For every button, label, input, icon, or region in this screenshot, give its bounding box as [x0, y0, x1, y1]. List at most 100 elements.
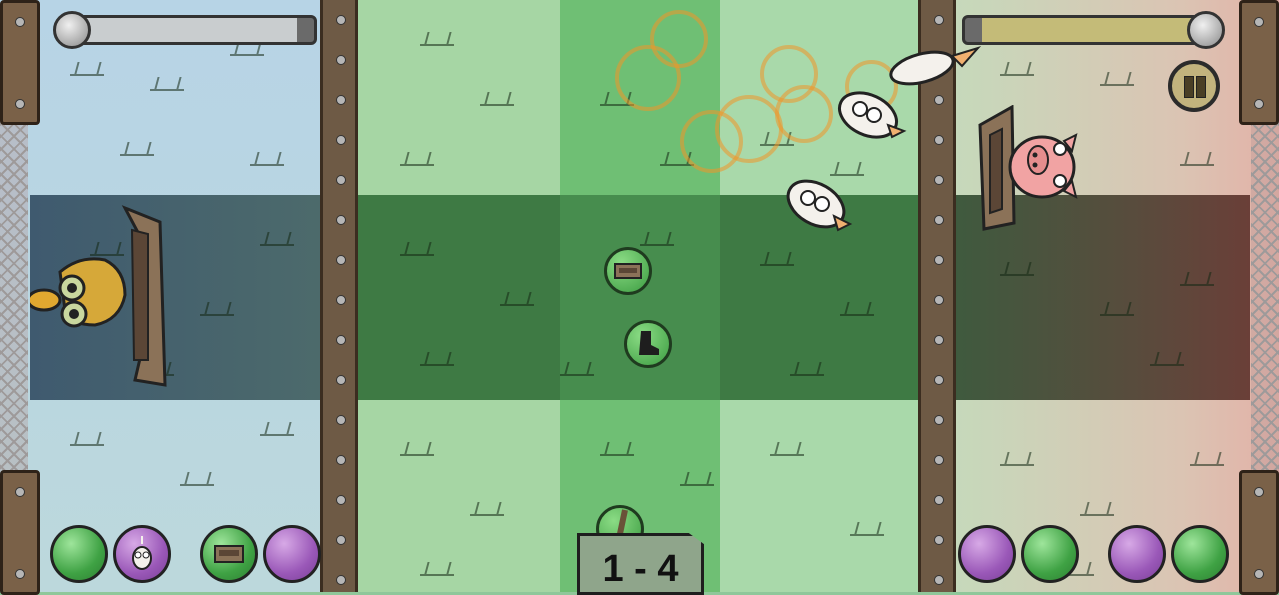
- right-powerup-slot-3[interactable]: [1108, 525, 1166, 583]
- rivet: [934, 295, 944, 305]
- pause-button[interactable]: [1168, 60, 1220, 112]
- grass-tuft: [420, 560, 454, 576]
- rivet: [336, 135, 346, 145]
- right-powerup-slot-1[interactable]: [958, 525, 1016, 583]
- rivet: [934, 135, 944, 145]
- grass-tuft: [1190, 450, 1224, 466]
- rivet: [336, 415, 346, 425]
- grass-tuft: [1000, 60, 1034, 76]
- bird-player: [30, 205, 167, 387]
- grass-tuft: [70, 60, 104, 76]
- left-bottom-post: [0, 470, 40, 595]
- rivet: [934, 415, 944, 425]
- rivet: [336, 55, 346, 65]
- fire-ring: [715, 95, 783, 163]
- grass-tuft: [760, 250, 794, 266]
- right-top-post: [1239, 0, 1279, 125]
- rivet: [934, 455, 944, 465]
- owl-projectile: [838, 91, 907, 139]
- rivet: [336, 335, 346, 345]
- grass-tuft: [1180, 150, 1214, 166]
- grass-tuft: [400, 440, 434, 456]
- grass-tuft: [70, 430, 104, 446]
- grass-tuft: [600, 440, 634, 456]
- grass-tuft: [680, 470, 714, 486]
- left-powerup-slot-3[interactable]: [200, 525, 258, 583]
- rivet: [336, 535, 346, 545]
- rivet: [934, 15, 944, 25]
- rivet: [336, 175, 346, 185]
- rivet: [336, 575, 346, 585]
- fire-ring: [775, 85, 833, 143]
- boot-item[interactable]: [624, 320, 672, 368]
- left-powerup-slot-1[interactable]: [50, 525, 108, 583]
- fire-ring: [650, 10, 708, 68]
- pig-player: [978, 105, 1078, 231]
- right-bottom-post: [1239, 470, 1279, 595]
- grass-tuft: [120, 140, 154, 156]
- grass-tuft: [400, 240, 434, 256]
- grass-tuft: [260, 230, 294, 246]
- grass-tuft: [1180, 270, 1214, 286]
- rivet: [934, 175, 944, 185]
- rivet: [336, 95, 346, 105]
- grass-tuft: [250, 150, 284, 166]
- grass-tuft: [420, 350, 454, 366]
- grass-tuft: [770, 440, 804, 456]
- left-health-fill: [65, 18, 297, 42]
- score-text: 1 - 4: [602, 548, 679, 590]
- rivet: [934, 375, 944, 385]
- owl-projectile: [889, 45, 982, 86]
- pause-icon: [1184, 76, 1194, 98]
- rivet: [934, 495, 944, 505]
- right-powerup-slot-2[interactable]: [1021, 525, 1079, 583]
- rivet: [934, 215, 944, 225]
- grass-tuft: [470, 500, 504, 516]
- grass-tuft: [1100, 70, 1134, 86]
- rivet: [336, 255, 346, 265]
- left-health-knob: [53, 11, 91, 49]
- trap-icon: [203, 545, 255, 584]
- rivet: [336, 455, 346, 465]
- left-health-bar: [62, 15, 317, 45]
- grass-tuft: [180, 470, 214, 486]
- grass-tuft: [840, 300, 874, 316]
- rivet: [336, 495, 346, 505]
- grass-tuft: [400, 150, 434, 166]
- grass-tuft: [1080, 500, 1114, 516]
- rivet: [934, 575, 944, 585]
- right-health-bar: [962, 15, 1217, 45]
- grass-tuft: [500, 290, 534, 306]
- grass-tuft: [790, 360, 824, 376]
- grass-tuft: [640, 230, 674, 246]
- right-health-knob: [1187, 11, 1225, 49]
- grass-tuft: [1000, 260, 1034, 276]
- rivet: [934, 95, 944, 105]
- grass-tuft: [420, 30, 454, 46]
- trap-item[interactable]: [604, 247, 652, 295]
- left-wall: [320, 0, 358, 592]
- left-top-post: [0, 0, 40, 125]
- rivet: [336, 375, 346, 385]
- grass-tuft: [1150, 350, 1184, 366]
- grass-tuft: [200, 300, 234, 316]
- right-health-fill: [982, 18, 1214, 42]
- left-powerup-slot-4[interactable]: [263, 525, 321, 583]
- grass-tuft: [1100, 300, 1134, 316]
- rivet: [336, 295, 346, 305]
- rivet: [336, 15, 346, 25]
- grass-tuft: [560, 360, 594, 376]
- rivet: [934, 255, 944, 265]
- rivet: [934, 335, 944, 345]
- rivet: [934, 535, 944, 545]
- left-powerup-slot-2[interactable]: [113, 525, 171, 583]
- grass-tuft: [260, 420, 294, 436]
- right-fence: [1251, 120, 1279, 480]
- left-fence: [0, 120, 28, 480]
- rivet: [336, 215, 346, 225]
- boot-icon: [639, 331, 659, 355]
- owl-icon: [116, 536, 168, 584]
- owl-projectile: [786, 179, 853, 232]
- right-powerup-slot-4[interactable]: [1171, 525, 1229, 583]
- grass-tuft: [1000, 450, 1034, 466]
